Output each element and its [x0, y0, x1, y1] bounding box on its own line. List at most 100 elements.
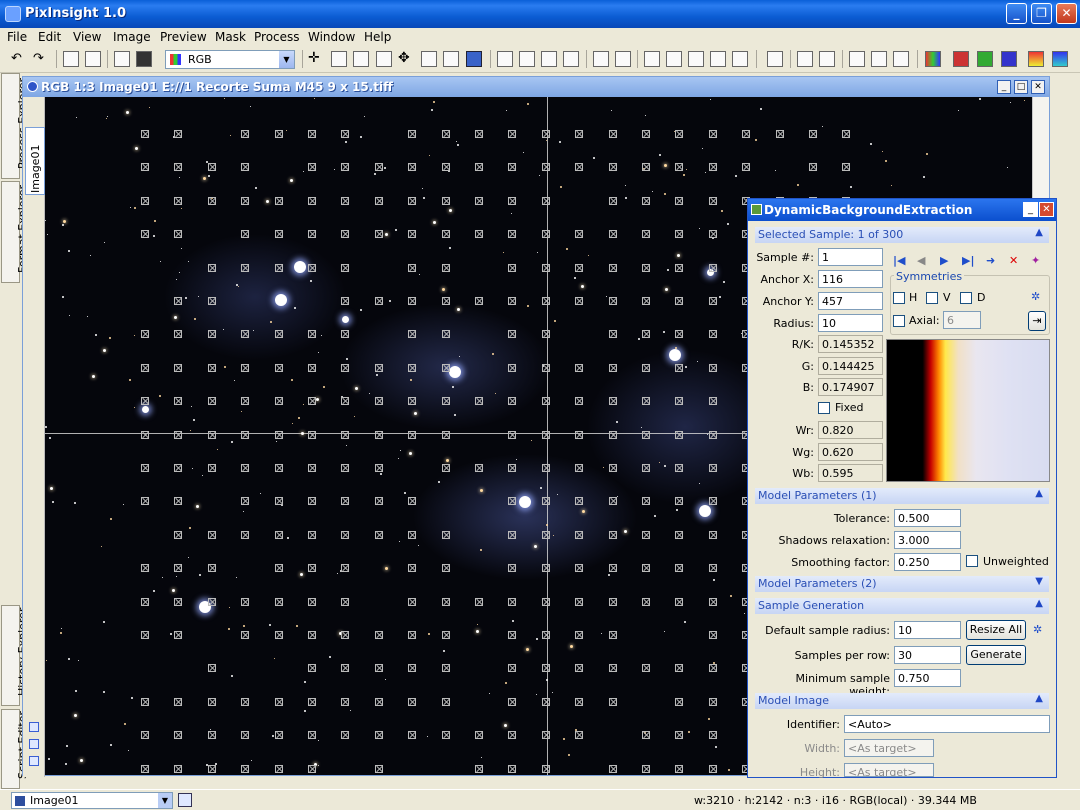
background-sample-marker[interactable] — [609, 497, 617, 505]
undo-icon[interactable]: ↶ — [11, 51, 27, 67]
new-view-icon[interactable] — [178, 793, 192, 807]
background-sample-marker[interactable] — [442, 431, 450, 439]
tab-process-explorer[interactable]: Process Explorer — [1, 73, 29, 179]
rgb-channels-icon[interactable] — [925, 51, 941, 67]
background-sample-marker[interactable] — [709, 698, 717, 706]
background-sample-marker[interactable] — [442, 664, 450, 672]
luminance-icon[interactable] — [1028, 51, 1044, 67]
tolerance-field[interactable]: 0.500 — [894, 509, 961, 527]
background-sample-marker[interactable] — [341, 464, 349, 472]
background-sample-marker[interactable] — [709, 297, 717, 305]
background-sample-marker[interactable] — [575, 264, 583, 272]
delete-sample-icon[interactable]: ✕ — [1009, 254, 1018, 267]
background-sample-marker[interactable] — [408, 731, 416, 739]
background-sample-marker[interactable] — [642, 364, 650, 372]
background-sample-marker[interactable] — [675, 330, 683, 338]
menu-file[interactable]: File — [7, 30, 27, 44]
background-sample-marker[interactable] — [141, 431, 149, 439]
background-sample-marker[interactable] — [208, 664, 216, 672]
background-sample-marker[interactable] — [442, 130, 450, 138]
background-sample-marker[interactable] — [408, 297, 416, 305]
menu-preview[interactable]: Preview — [160, 30, 207, 44]
background-sample-marker[interactable] — [575, 731, 583, 739]
mask-show-icon[interactable] — [644, 51, 660, 67]
background-sample-marker[interactable] — [174, 464, 182, 472]
background-sample-marker[interactable] — [575, 230, 583, 238]
background-sample-marker[interactable] — [341, 230, 349, 238]
background-sample-marker[interactable] — [675, 664, 683, 672]
background-sample-marker[interactable] — [709, 564, 717, 572]
background-sample-marker[interactable] — [575, 631, 583, 639]
background-sample-marker[interactable] — [275, 130, 283, 138]
background-sample-marker[interactable] — [408, 364, 416, 372]
target-sample-icon[interactable]: ✦ — [1031, 254, 1040, 267]
duplicate-icon[interactable] — [85, 51, 101, 67]
resize-options-icon[interactable]: ✲ — [1033, 623, 1042, 636]
background-sample-marker[interactable] — [609, 531, 617, 539]
background-sample-marker[interactable] — [408, 631, 416, 639]
background-sample-marker[interactable] — [609, 765, 617, 773]
zoom-out-icon[interactable] — [376, 51, 392, 67]
anchor-y-field[interactable]: 457 — [818, 292, 883, 310]
background-sample-marker[interactable] — [475, 230, 483, 238]
background-sample-marker[interactable] — [809, 130, 817, 138]
background-sample-marker[interactable] — [408, 564, 416, 572]
menu-edit[interactable]: Edit — [38, 30, 61, 44]
background-sample-marker[interactable] — [508, 464, 516, 472]
sym-d-checkbox[interactable] — [960, 292, 972, 304]
background-sample-marker[interactable] — [241, 230, 249, 238]
background-sample-marker[interactable] — [308, 731, 316, 739]
background-sample-marker[interactable] — [642, 731, 650, 739]
background-sample-marker[interactable] — [842, 130, 850, 138]
background-sample-marker[interactable] — [542, 464, 550, 472]
last-sample-icon[interactable]: ▶| — [962, 254, 974, 267]
background-sample-marker[interactable] — [542, 364, 550, 372]
background-sample-marker[interactable] — [642, 130, 650, 138]
background-sample-marker[interactable] — [341, 731, 349, 739]
background-sample-marker[interactable] — [174, 130, 182, 138]
background-sample-marker[interactable] — [675, 163, 683, 171]
default-radius-field[interactable]: 10 — [894, 621, 961, 639]
background-sample-marker[interactable] — [442, 598, 450, 606]
background-sample-marker[interactable] — [141, 631, 149, 639]
background-sample-marker[interactable] — [442, 163, 450, 171]
background-sample-marker[interactable] — [709, 664, 717, 672]
background-sample-marker[interactable] — [609, 264, 617, 272]
view-selector[interactable]: Image01 ▼ — [11, 792, 173, 809]
mask-select-icon[interactable] — [710, 51, 726, 67]
dbe-titlebar[interactable]: DynamicBackgroundExtraction _ ✕ — [748, 199, 1056, 221]
unweighted-checkbox[interactable] — [966, 555, 978, 567]
background-sample-marker[interactable] — [542, 130, 550, 138]
background-sample-marker[interactable] — [675, 264, 683, 272]
background-sample-marker[interactable] — [141, 197, 149, 205]
shadows-relaxation-field[interactable]: 3.000 — [894, 531, 961, 549]
screen-transfer-icon[interactable] — [136, 51, 152, 67]
background-sample-marker[interactable] — [408, 163, 416, 171]
background-sample-marker[interactable] — [174, 163, 182, 171]
blue-channel-icon[interactable] — [1001, 51, 1017, 67]
first-sample-icon[interactable]: |◀ — [893, 254, 905, 267]
background-sample-marker[interactable] — [709, 464, 717, 472]
background-sample-marker[interactable] — [709, 765, 717, 773]
background-sample-marker[interactable] — [508, 264, 516, 272]
background-sample-marker[interactable] — [408, 197, 416, 205]
background-sample-marker[interactable] — [275, 531, 283, 539]
background-sample-marker[interactable] — [275, 230, 283, 238]
background-sample-marker[interactable] — [442, 698, 450, 706]
background-sample-marker[interactable] — [642, 330, 650, 338]
background-sample-marker[interactable] — [174, 631, 182, 639]
background-sample-marker[interactable] — [675, 531, 683, 539]
background-sample-marker[interactable] — [742, 163, 750, 171]
mask-invert-icon[interactable] — [666, 51, 682, 67]
mirror-v-icon[interactable] — [615, 51, 631, 67]
background-sample-marker[interactable] — [709, 631, 717, 639]
flip-icon[interactable] — [541, 51, 557, 67]
zoom-in-icon[interactable] — [353, 51, 369, 67]
background-sample-marker[interactable] — [174, 731, 182, 739]
background-sample-marker[interactable] — [141, 364, 149, 372]
background-sample-marker[interactable] — [675, 598, 683, 606]
background-sample-marker[interactable] — [642, 230, 650, 238]
background-sample-marker[interactable] — [275, 264, 283, 272]
background-sample-marker[interactable] — [208, 464, 216, 472]
edit-preview-icon[interactable] — [443, 51, 459, 67]
